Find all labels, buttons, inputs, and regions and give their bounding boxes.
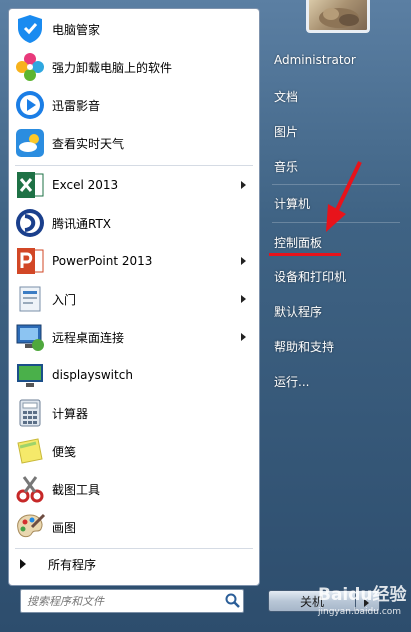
right-item-label: 音乐 [274,159,299,174]
item-label: displayswitch [52,368,133,382]
pinned-item-pc-manager[interactable]: 电脑管家 [12,11,256,47]
watermark: Baidu经验 jingyan.baidu.com [318,580,408,626]
snipping-tool-icon [14,473,46,505]
user-name-link[interactable]: Administrator [270,47,400,73]
item-label: 截图工具 [52,482,101,497]
all-programs-button[interactable]: 所有程序 [12,552,256,576]
paint-icon [14,511,46,543]
right-item-label: Administrator [274,53,356,67]
item-label: 入门 [52,292,77,307]
weather-icon [14,127,46,159]
search-input[interactable] [21,591,223,611]
item-label: Excel 2013 [52,178,119,192]
right-item-label: 计算机 [274,196,311,211]
divider [15,165,253,166]
start-menu: 电脑管家 强力卸载电脑上的软件 迅雷影音 查看实时天气 Excel 2013 腾… [0,0,411,632]
item-label: 迅雷影音 [52,98,101,113]
annotation-arrow-icon [326,161,362,232]
sticky-notes-icon [14,435,46,467]
recent-item-displayswitch[interactable]: displayswitch [12,357,256,393]
run-link[interactable]: 运行... [270,368,400,394]
right-item-label: 设备和打印机 [274,269,347,284]
documents-link[interactable]: 文档 [270,83,400,109]
user-avatar[interactable] [306,0,370,33]
item-label: 远程桌面连接 [52,330,125,345]
recent-item-snipping-tool[interactable]: 截图工具 [12,471,256,507]
search-box[interactable] [20,589,244,613]
highlight-underline [269,253,341,256]
rtx-icon [14,207,46,239]
item-label: 查看实时天气 [52,136,125,151]
item-label: 电脑管家 [52,22,101,37]
help-support-link[interactable]: 帮助和支持 [270,333,400,359]
right-item-label: 控制面板 [274,235,323,250]
search-icon[interactable] [223,591,243,611]
xunlei-player-icon [14,89,46,121]
item-label: 便笺 [52,444,77,459]
right-item-label: 图片 [274,124,299,139]
item-label: 腾讯通RTX [52,216,112,231]
right-item-label: 文档 [274,89,299,104]
remote-desktop-icon [14,321,46,353]
item-label: 强力卸载电脑上的软件 [52,60,173,75]
recent-item-rtx[interactable]: 腾讯通RTX [12,205,256,241]
submenu-arrow-icon[interactable] [241,257,246,265]
excel-icon [14,169,46,201]
pinned-item-weather[interactable]: 查看实时天气 [12,125,256,161]
programs-pane: 电脑管家 强力卸载电脑上的软件 迅雷影音 查看实时天气 Excel 2013 腾… [8,8,260,586]
item-label: PowerPoint 2013 [52,254,153,268]
recent-item-calculator[interactable]: 计算器 [12,395,256,431]
right-item-label: 运行... [274,374,310,389]
expand-arrow-icon [20,559,26,569]
pictures-link[interactable]: 图片 [270,118,400,144]
devices-printers-link[interactable]: 设备和打印机 [270,263,400,289]
right-item-label: 默认程序 [274,304,323,319]
pinned-item-uninstaller[interactable]: 强力卸载电脑上的软件 [12,49,256,85]
recent-item-sticky-notes[interactable]: 便笺 [12,433,256,469]
submenu-arrow-icon[interactable] [241,295,246,303]
recent-item-remote-desktop[interactable]: 远程桌面连接 [12,319,256,355]
recent-item-getting-started[interactable]: 入门 [12,281,256,317]
pinned-item-xunlei[interactable]: 迅雷影音 [12,87,256,123]
recent-item-paint[interactable]: 画图 [12,509,256,545]
powerpoint-icon [14,245,46,277]
all-programs-label: 所有程序 [48,557,97,572]
display-switch-icon [14,359,46,391]
default-programs-link[interactable]: 默认程序 [270,298,400,324]
tencent-pc-manager-icon [14,13,46,45]
uninstaller-icon [14,51,46,83]
recent-item-excel[interactable]: Excel 2013 [12,167,256,203]
recent-item-powerpoint[interactable]: PowerPoint 2013 [12,243,256,279]
submenu-arrow-icon[interactable] [241,333,246,341]
divider [15,548,253,549]
right-item-label: 帮助和支持 [274,339,335,354]
watermark-brand: Baidu经验 [318,585,407,605]
calculator-icon [14,397,46,429]
watermark-site: jingyan.baidu.com [318,607,402,617]
item-label: 画图 [52,520,77,535]
submenu-arrow-icon[interactable] [241,181,246,189]
item-label: 计算器 [52,406,89,421]
getting-started-icon [14,283,46,315]
